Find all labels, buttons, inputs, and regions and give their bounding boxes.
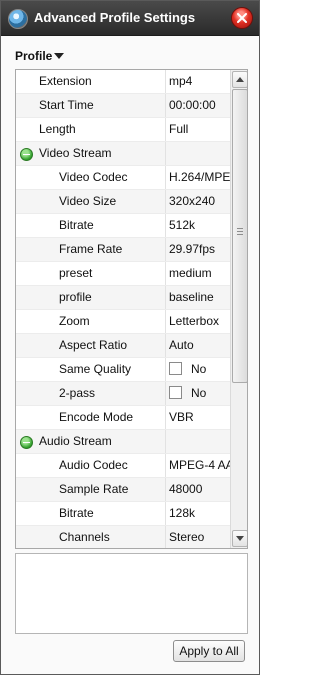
grip-line [237,234,243,235]
property-value[interactable]: mp4 [166,70,230,93]
close-icon [237,13,247,23]
property-value[interactable]: No [166,382,230,405]
property-row[interactable]: Bitrate 512k [16,214,230,238]
title-bar[interactable]: Advanced Profile Settings [1,1,259,36]
property-row[interactable]: Start Time 00:00:00 [16,94,230,118]
arrow-down-icon [236,536,244,541]
property-row[interactable]: Same Quality No [16,358,230,382]
collapse-minus-icon[interactable] [20,148,33,161]
profile-dropdown-label[interactable]: Profile [15,49,52,63]
property-row[interactable]: Length Full [16,118,230,142]
property-name: Audio Stream [16,430,166,453]
property-row[interactable]: Encode Mode VBR [16,406,230,430]
property-value[interactable]: Letterbox [166,310,230,333]
checkbox-label: No [191,362,207,376]
property-value[interactable]: medium [166,262,230,285]
property-name: Aspect Ratio [16,334,166,357]
property-row[interactable]: Frame Rate 29.97fps [16,238,230,262]
property-name: Audio Codec [16,454,166,477]
property-row[interactable]: Video CodecH.264/MPEG-4 [16,166,230,190]
property-row[interactable]: Channels Stereo [16,526,230,548]
checkbox[interactable] [169,386,182,399]
checkbox-label: No [191,386,207,400]
property-name: 2-pass [16,382,166,405]
property-value[interactable]: No [166,358,230,381]
property-name: Bitrate [16,214,166,237]
property-row[interactable]: profile baseline [16,286,230,310]
property-value [166,142,230,165]
property-value [166,430,230,453]
property-value[interactable]: VBR [166,406,230,429]
property-row[interactable]: Sample Rate 48000 [16,478,230,502]
property-value[interactable]: 48000 [166,478,230,501]
property-name: Bitrate [16,502,166,525]
app-logo-icon [8,9,28,29]
property-group-row[interactable]: Audio Stream [16,430,230,454]
property-group-row[interactable]: Video Stream [16,142,230,166]
property-row[interactable]: Bitrate 128k [16,502,230,526]
property-name: Video Size [16,190,166,213]
description-panel [15,553,248,634]
property-value[interactable]: Full [166,118,230,141]
property-value[interactable]: MPEG-4 AAC [166,454,230,477]
property-name: Video Stream [16,142,166,165]
property-name: Sample Rate [16,478,166,501]
property-row[interactable]: preset medium [16,262,230,286]
property-value[interactable]: Stereo [166,526,230,548]
property-value[interactable]: baseline [166,286,230,309]
grip-line [237,228,243,229]
scroll-thumb[interactable] [232,89,247,383]
property-name: Start Time [16,94,166,117]
property-row[interactable]: Video Size 320x240 [16,190,230,214]
property-name: Frame Rate [16,238,166,261]
property-rows: Extension mp4 Start Time 00:00:00 Length Full… [16,70,230,548]
property-value[interactable]: 128k [166,502,230,525]
property-name: Channels [16,526,166,548]
property-name: Zoom [16,310,166,333]
property-row[interactable]: Extension mp4 [16,70,230,94]
close-button[interactable] [231,7,253,29]
chevron-down-icon[interactable] [54,53,64,59]
property-name: Length [16,118,166,141]
scroll-down-button[interactable] [232,530,247,547]
property-name: preset [16,262,166,285]
property-value[interactable]: 512k [166,214,230,237]
property-value[interactable]: 320x240 [166,190,230,213]
advanced-profile-settings-window: Advanced Profile Settings Profile Extens… [0,0,260,675]
property-name: Extension [16,70,166,93]
property-name: Encode Mode [16,406,166,429]
arrow-up-icon [236,77,244,82]
property-value[interactable]: 00:00:00 [166,94,230,117]
properties-grid: Extension mp4 Start Time 00:00:00 Length Full… [15,69,248,549]
apply-to-all-button[interactable]: Apply to All [173,640,245,662]
property-value[interactable]: 29.97fps [166,238,230,261]
property-value[interactable]: H.264/MPEG-4 [166,166,230,189]
scroll-up-button[interactable] [232,71,247,88]
property-row[interactable]: 2-pass No [16,382,230,406]
checkbox[interactable] [169,362,182,375]
property-row[interactable]: Zoom Letterbox [16,310,230,334]
property-value[interactable]: Auto [166,334,230,357]
property-row[interactable]: Audio CodecMPEG-4 AAC [16,454,230,478]
property-name: Video Codec [16,166,166,189]
collapse-minus-icon[interactable] [20,436,33,449]
window-title: Advanced Profile Settings [34,10,196,25]
property-name: Same Quality [16,358,166,381]
vertical-scrollbar[interactable] [230,70,247,548]
property-row[interactable]: Aspect Ratio Auto [16,334,230,358]
property-name: profile [16,286,166,309]
grip-line [237,231,243,232]
